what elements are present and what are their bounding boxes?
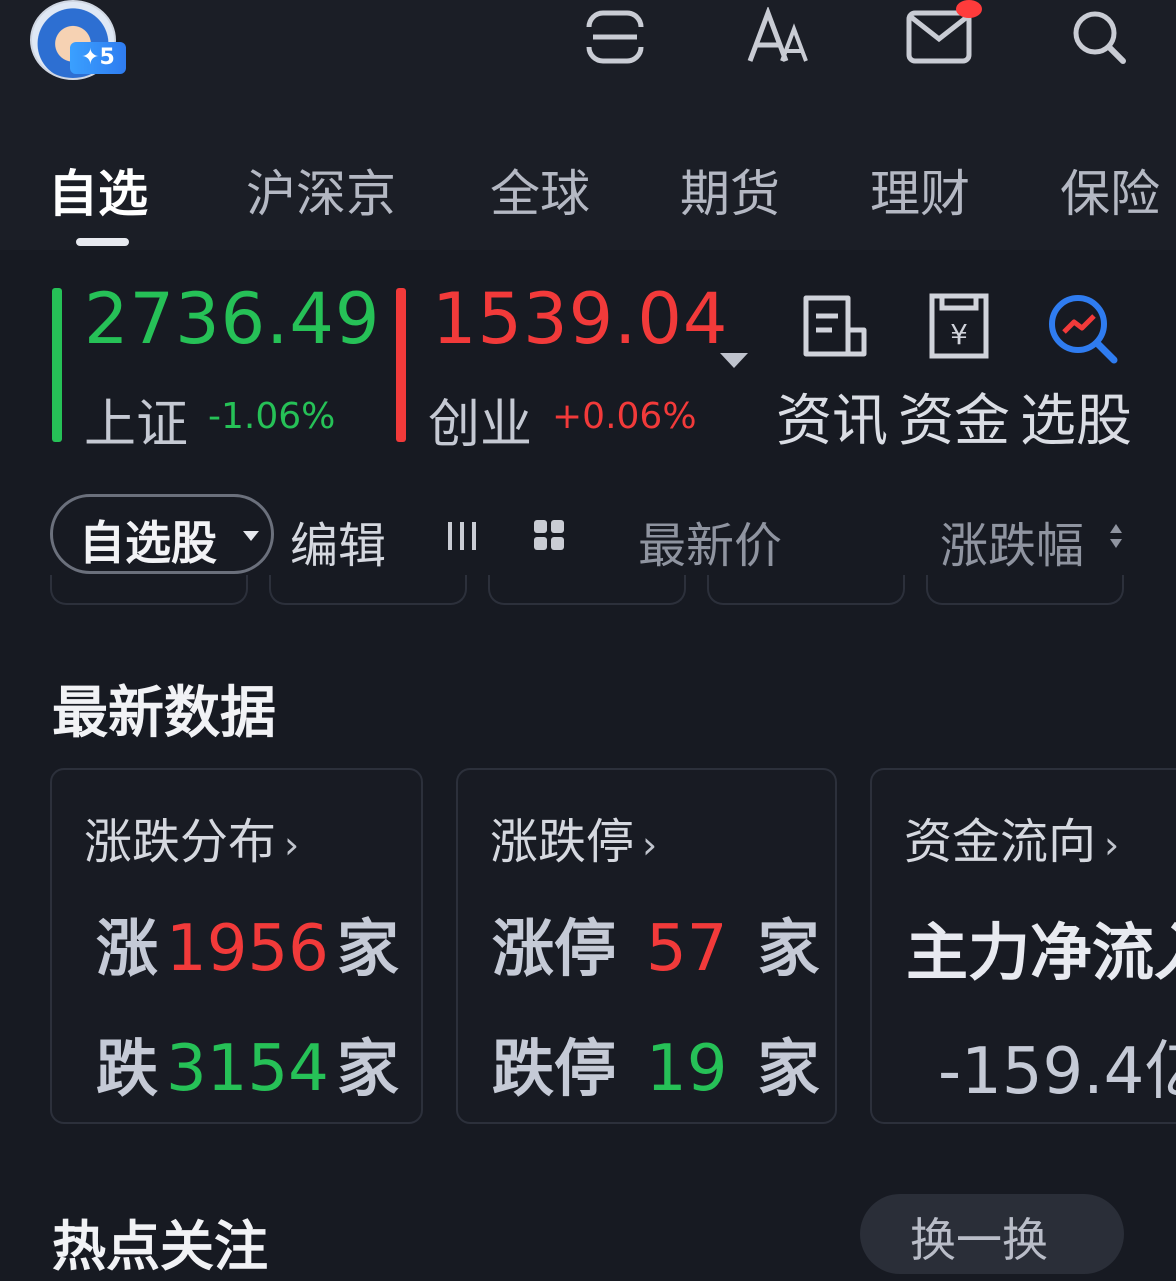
hot-topics-title: 热点关注 [52,1215,268,1278]
limit-title: 涨跌停 [490,814,635,870]
grid-view-icon[interactable] [532,518,566,552]
limit-up-count: 57 [646,912,728,986]
index-indicator-bar [396,288,406,442]
index-value[interactable]: 2736.49 [84,278,380,360]
notification-dot [956,0,982,18]
funds-icon[interactable]: ¥ [926,290,998,362]
up-count: 1956 [166,912,329,986]
refresh-button[interactable]: 换一换 [860,1194,1124,1274]
edit-button[interactable]: 编辑 [290,506,386,576]
main-tabs: 自选 沪深京 全球 期货 理财 保险 [0,110,1176,250]
collapsed-card [707,575,905,605]
limit-card[interactable]: 涨跌停 › 涨停 57 家 跌停 19 家 [456,768,837,1124]
level-badge: ✦5 [70,42,126,74]
fund-flow-title: 资金流向 [904,814,1097,870]
index-indicator-bar [52,288,62,442]
svg-text:¥: ¥ [950,318,968,351]
unit-label: 家 [336,912,399,985]
refresh-label: 换一换 [910,1213,1048,1267]
active-tab-indicator [76,238,129,246]
chevron-right-icon: › [642,823,658,867]
unit-label: 家 [757,1032,820,1105]
font-size-icon[interactable] [742,6,812,68]
index-value[interactable]: 1539.04 [432,278,728,360]
index-name[interactable]: 上证 [84,382,188,457]
fund-flow-card[interactable]: 资金流向› 主力净流入 -159.4亿 [870,768,1176,1124]
search-icon[interactable] [1064,6,1134,68]
chevron-right-icon: › [1104,823,1120,867]
collapsed-card [50,575,248,605]
tab-global[interactable]: 全球 [490,154,590,226]
limit-up-label: 涨停 [492,912,617,985]
tab-watchlist[interactable]: 自选 [48,154,148,226]
sort-icon[interactable] [1108,521,1124,551]
net-inflow-label: 主力净流入 [906,916,1176,989]
tab-insurance[interactable]: 保险 [1060,154,1160,226]
index-change: -1.06% [208,396,336,437]
limit-down-count: 19 [646,1032,728,1106]
menu-lines-icon[interactable] [580,6,650,68]
collapsed-card [269,575,467,605]
tab-futures[interactable]: 期货 [680,154,780,226]
tab-a-shares[interactable]: 沪深京 [246,154,396,226]
list-view-icon[interactable] [444,520,480,552]
unit-label: 家 [336,1032,399,1105]
watchlist-filter-label: 自选股 [79,516,217,570]
top-bar: ✦5 [0,0,1176,110]
collapsed-card [926,575,1124,605]
index-change: +0.06% [552,396,697,437]
stock-picker-link[interactable]: 选股 [1020,376,1132,457]
tab-wealth[interactable]: 理财 [870,154,970,226]
index-name[interactable]: 创业 [428,382,532,457]
distribution-card[interactable]: 涨跌分布 › 涨 1956 家 跌 3154 家 [50,768,423,1124]
news-link[interactable]: 资讯 [776,376,888,457]
chevron-down-icon [243,531,259,541]
unit-label: 家 [757,912,820,985]
net-inflow-value: -159.4亿 [938,1035,1176,1109]
latest-data-title: 最新数据 [52,681,276,746]
expand-indices-caret[interactable] [720,353,748,368]
down-count: 3154 [166,1032,329,1106]
watchlist-filter-dropdown[interactable]: 自选股 [50,494,274,574]
collapsed-card [488,575,686,605]
stock-picker-icon[interactable] [1044,290,1118,364]
chevron-right-icon: › [284,823,300,867]
column-latest-price[interactable]: 最新价 [638,506,782,576]
distribution-title: 涨跌分布 [84,814,277,870]
column-change-pct[interactable]: 涨跌幅 [940,506,1084,576]
up-label: 涨 [96,912,159,985]
limit-down-label: 跌停 [492,1032,617,1105]
funds-link[interactable]: 资金 [898,376,1010,457]
down-label: 跌 [96,1032,159,1105]
news-icon[interactable] [800,290,872,362]
